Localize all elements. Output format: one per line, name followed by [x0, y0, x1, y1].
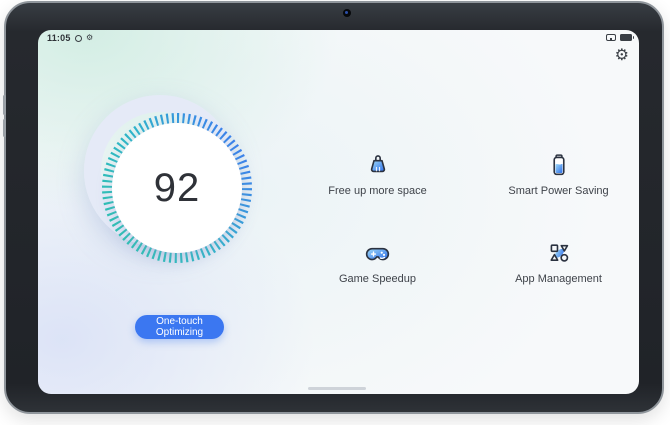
volume-down-button [3, 119, 6, 137]
ring-icon [75, 35, 82, 42]
gauge-score: 92 [154, 166, 201, 211]
status-left-icons: ⚙ [75, 34, 93, 42]
volume-up-button [3, 95, 6, 115]
battery-icon [620, 34, 632, 41]
screenshot-stage: 11:05 ⚙ ⚙ [0, 0, 670, 425]
feature-game-speedup[interactable]: Game Speedup [287, 218, 468, 306]
mini-gear-icon: ⚙ [86, 34, 93, 42]
feature-label: Free up more space [328, 185, 426, 197]
feature-free-up-space[interactable]: Free up more space [287, 130, 468, 218]
one-touch-optimize-button[interactable]: One-touch Optimizing [135, 315, 224, 339]
feature-label: Game Speedup [339, 273, 416, 285]
status-time: 11:05 [47, 33, 71, 43]
status-bar: 11:05 ⚙ [38, 30, 639, 46]
status-right-icons [606, 34, 632, 41]
feature-label: Smart Power Saving [508, 185, 608, 197]
battery-saving-icon [546, 152, 572, 178]
front-camera [343, 9, 351, 17]
home-indicator[interactable] [308, 387, 366, 390]
gamepad-icon [364, 240, 391, 266]
cast-icon [606, 34, 616, 41]
settings-gear-icon[interactable]: ⚙ [615, 48, 629, 64]
feature-grid: Free up more space Smart Power Saving [287, 130, 639, 306]
feature-smart-power-saving[interactable]: Smart Power Saving [468, 130, 639, 218]
apps-shapes-icon [546, 240, 572, 266]
feature-label: App Management [515, 273, 602, 285]
health-score-gauge: 92 [84, 95, 270, 281]
gauge-inner-circle: 92 [112, 123, 242, 253]
feature-app-management[interactable]: App Management [468, 218, 639, 306]
clean-broom-icon [365, 152, 391, 178]
device-screen: 11:05 ⚙ ⚙ [38, 30, 639, 394]
tablet-device-frame: 11:05 ⚙ ⚙ [4, 1, 664, 414]
